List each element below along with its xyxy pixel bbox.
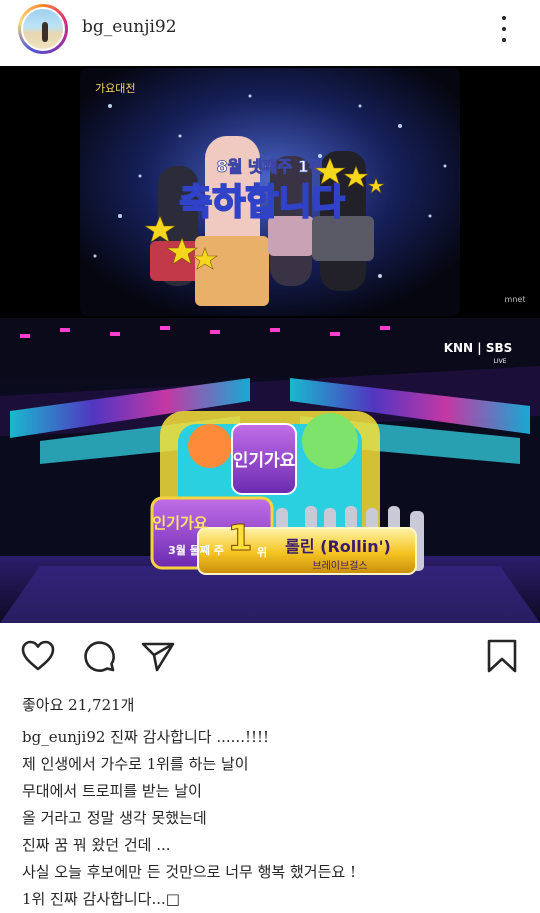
comment-icon[interactable] [81, 638, 117, 674]
top-overlay-big: 축하합니다 [179, 182, 345, 223]
banner-artist: 브레이브걸스 [312, 559, 367, 572]
post-caption: bg_eunji92 진짜 감사합니다 ......!!!! 제 인생에서 가수… [22, 724, 532, 913]
caption-line: 1위 진짜 감사합니다...□ [22, 890, 180, 908]
caption-line: 무대에서 트로피를 받는 날이 [22, 782, 202, 800]
banner-rank-suffix: 위 [257, 546, 267, 559]
channel-logo: KNN | SBS [444, 341, 513, 355]
channel-live-label: LIVE [493, 358, 506, 365]
banner-show-name: 인기가요 [152, 514, 207, 532]
caption-username[interactable]: bg_eunji92 [22, 728, 105, 746]
profile-avatar[interactable] [18, 4, 68, 54]
stage-show-logo: 인기가요 [233, 451, 296, 471]
top-broadcaster-logo: 가요대전 [95, 82, 135, 95]
bookmark-icon[interactable] [484, 638, 520, 674]
banner-rank: 1 [227, 518, 252, 559]
caption-line: 제 인생에서 가수로 1위를 하는 날이 [22, 755, 249, 773]
top-overlay-small: 8월 넷째주 1위 [216, 157, 323, 176]
avatar-image [21, 7, 65, 51]
caption-line: bg_eunji92 진짜 감사합니다 ......!!!! [22, 724, 532, 751]
photo-collage: 가요대전 8월 넷째주 1위 축하합니다 mnet 인기가요 KNN | SBS… [0, 66, 540, 623]
caption-text: 진짜 감사합니다 ......!!!! [110, 728, 270, 746]
send-icon[interactable] [140, 638, 176, 674]
likes-count[interactable]: 좋아요 21,721개 [22, 694, 134, 715]
caption-line: 진짜 꿈 꿔 왔던 건데 ... [22, 836, 171, 854]
svg-text:mnet: mnet [505, 295, 526, 304]
post-action-bar [0, 636, 540, 680]
heart-icon[interactable] [20, 638, 56, 674]
caption-line: 올 거라고 정말 생각 못했는데 [22, 809, 207, 827]
more-vertical-icon[interactable] [494, 14, 514, 44]
post-photo[interactable]: 가요대전 8월 넷째주 1위 축하합니다 mnet 인기가요 KNN | SBS… [0, 66, 540, 623]
banner-song-title: 롤린 (Rollin') [285, 537, 391, 556]
post-username[interactable]: bg_eunji92 [82, 17, 177, 37]
post-header: bg_eunji92 [0, 0, 540, 62]
caption-line: 사실 오늘 후보에만 든 것만으로 너무 행복 했거든요 ! [22, 863, 356, 881]
banner-week: 3월 둘째 주 [168, 543, 224, 557]
